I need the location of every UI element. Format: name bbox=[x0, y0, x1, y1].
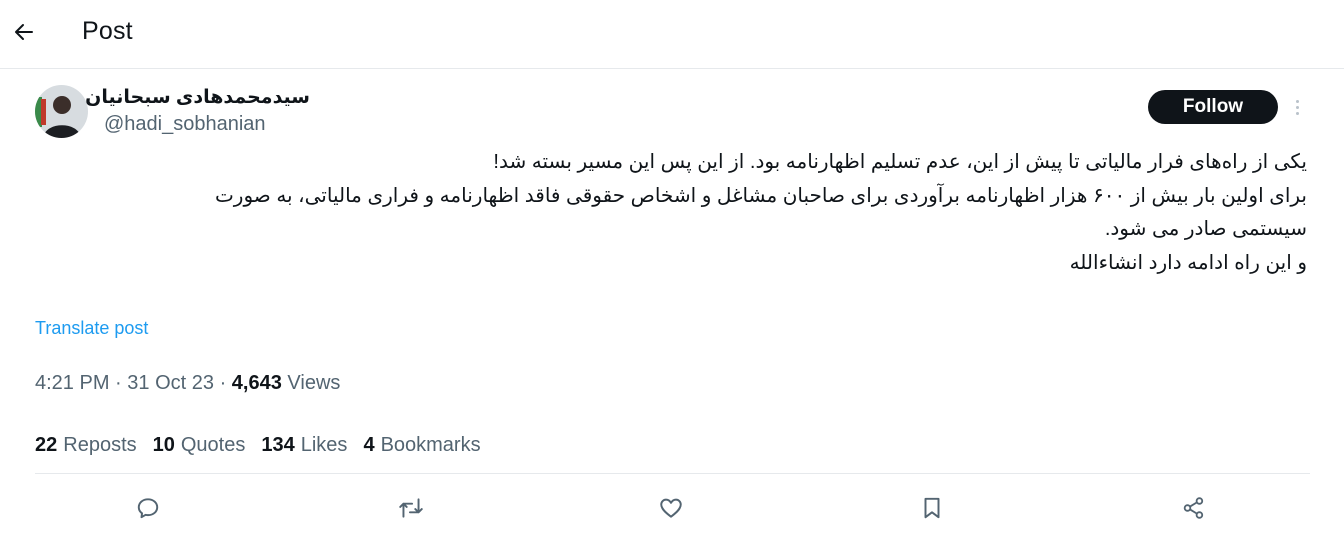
like-button[interactable] bbox=[657, 494, 685, 522]
reply-icon bbox=[137, 498, 159, 519]
stat-bookmarks[interactable]: 4 Bookmarks bbox=[363, 434, 480, 457]
more-options-icon[interactable] bbox=[1288, 94, 1306, 120]
avatar-image bbox=[35, 85, 88, 138]
post-line: و این راه ادامه دارد انشاءالله bbox=[1069, 251, 1307, 274]
back-button[interactable] bbox=[10, 18, 38, 46]
views-count: 4,643 bbox=[231, 372, 282, 394]
stat-quotes[interactable]: 10 Quotes bbox=[153, 434, 246, 457]
post-date[interactable]: 31 Oct 23 bbox=[127, 372, 214, 394]
share-icon bbox=[1183, 497, 1204, 519]
author-handle[interactable]: @hadi_sobhanian bbox=[104, 113, 266, 136]
follow-button[interactable]: Follow bbox=[1148, 90, 1278, 124]
views-label: Views bbox=[287, 372, 341, 394]
like-icon bbox=[660, 498, 682, 518]
header-bar: Post bbox=[0, 0, 1344, 69]
stat-likes[interactable]: 134 Likes bbox=[261, 434, 347, 457]
post-stats: 22 Reposts 10 Quotes 134 Likes 4 Bookmarks bbox=[35, 434, 481, 457]
avatar[interactable] bbox=[35, 85, 88, 138]
bookmark-button[interactable] bbox=[918, 494, 946, 522]
translate-post-link[interactable]: Translate post bbox=[35, 318, 148, 339]
meta-separator: · bbox=[219, 372, 227, 394]
author-display-name[interactable]: سیدمحمدهادی سبحانیان bbox=[85, 86, 310, 109]
post-meta: 4:21 PM · 31 Oct 23 · 4,643 Views bbox=[35, 372, 340, 395]
meta-separator: · bbox=[115, 372, 122, 394]
post-line: یکی از راه‌های فرار مالیاتی تا پیش از ای… bbox=[493, 151, 1307, 173]
post-time[interactable]: 4:21 PM bbox=[35, 372, 109, 394]
post-line: برای اولین بار بیش از ۶۰۰ هزار اظهارنامه… bbox=[214, 184, 1307, 207]
share-button[interactable] bbox=[1180, 494, 1208, 522]
divider bbox=[35, 473, 1310, 474]
stat-reposts[interactable]: 22 Reposts bbox=[35, 434, 137, 457]
post-line: سیستمی صادر می شود. bbox=[1104, 218, 1307, 240]
post-body: یکی از راه‌های فرار مالیاتی تا پیش از ای… bbox=[37, 146, 1307, 280]
repost-icon bbox=[399, 498, 423, 518]
page-title: Post bbox=[82, 17, 133, 45]
bookmark-icon bbox=[924, 497, 940, 519]
arrow-left-icon bbox=[15, 24, 33, 40]
reply-button[interactable] bbox=[134, 494, 162, 522]
repost-button[interactable] bbox=[397, 494, 425, 522]
